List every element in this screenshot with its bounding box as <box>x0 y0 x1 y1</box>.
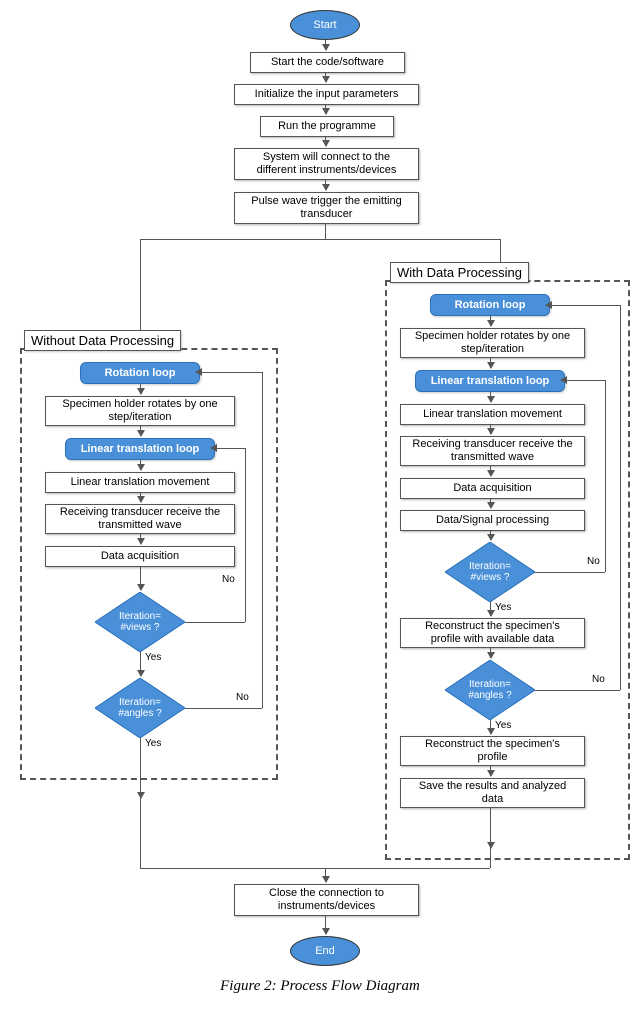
right-d2-no: No <box>592 674 605 685</box>
step-run-programme: Run the programme <box>260 116 394 137</box>
step-init-params: Initialize the input parameters <box>234 84 419 105</box>
figure-caption: Figure 2: Process Flow Diagram <box>0 978 640 995</box>
left-d2-yes: Yes <box>145 738 161 749</box>
right-rotate-step: Specimen holder rotates by one step/iter… <box>400 328 585 358</box>
right-save: Save the results and analyzed data <box>400 778 585 808</box>
left-d1-no: No <box>222 574 235 585</box>
left-decision-views: Iteration= #views ? <box>95 592 185 652</box>
left-linear-loop: Linear translation loop <box>65 438 215 460</box>
right-linear-loop: Linear translation loop <box>415 370 565 392</box>
right-decision-views: Iteration= #views ? <box>445 542 535 602</box>
right-rotation-loop: Rotation loop <box>430 294 550 316</box>
left-d1-yes: Yes <box>145 652 161 663</box>
right-receive: Receiving transducer receive the transmi… <box>400 436 585 466</box>
right-recon: Reconstruct the specimen's profile <box>400 736 585 766</box>
left-receive: Receiving transducer receive the transmi… <box>45 504 235 534</box>
right-d1-no: No <box>587 556 600 567</box>
frame-left-title: Without Data Processing <box>24 330 181 351</box>
step-close-connection: Close the connection to instruments/devi… <box>234 884 419 916</box>
end-terminal: End <box>290 936 360 966</box>
right-recon-avail: Reconstruct the specimen's profile with … <box>400 618 585 648</box>
end-label: End <box>315 945 335 957</box>
left-rotation-loop: Rotation loop <box>80 362 200 384</box>
left-linear-move: Linear translation movement <box>45 472 235 493</box>
right-d2-yes: Yes <box>495 720 511 731</box>
left-rotate-step: Specimen holder rotates by one step/iter… <box>45 396 235 426</box>
start-label: Start <box>313 19 336 31</box>
right-proc: Data/Signal processing <box>400 510 585 531</box>
right-linear-move: Linear translation movement <box>400 404 585 425</box>
step-start-code: Start the code/software <box>250 52 405 73</box>
right-acq: Data acquisition <box>400 478 585 499</box>
step-connect-devices: System will connect to the different ins… <box>234 148 419 180</box>
left-d2-no: No <box>236 692 249 703</box>
right-decision-angles: Iteration= #angles ? <box>445 660 535 720</box>
right-d1-yes: Yes <box>495 602 511 613</box>
left-acq: Data acquisition <box>45 546 235 567</box>
left-decision-angles: Iteration= #angles ? <box>95 678 185 738</box>
frame-right-title: With Data Processing <box>390 262 529 283</box>
step-pulse-trigger: Pulse wave trigger the emitting transduc… <box>234 192 419 224</box>
start-terminal: Start <box>290 10 360 40</box>
